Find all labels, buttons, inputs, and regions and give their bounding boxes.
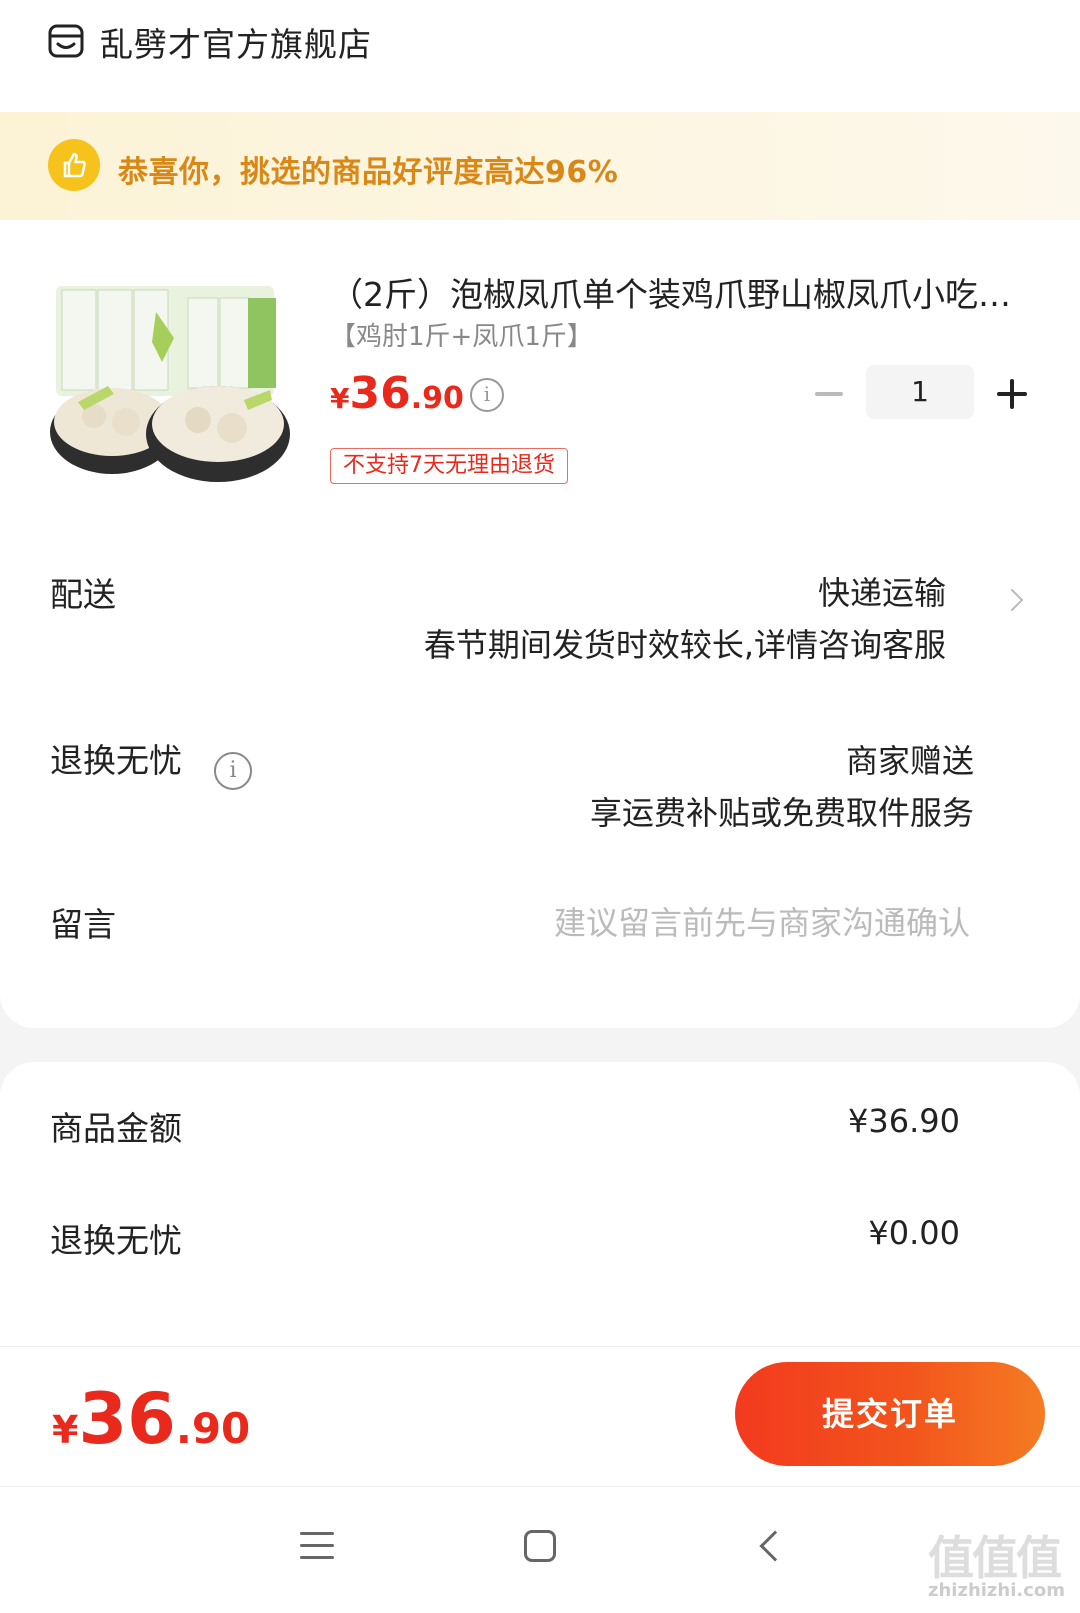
- menu-icon[interactable]: [300, 1532, 334, 1560]
- praise-text: 恭喜你，挑选的商品好评度高达96%: [118, 155, 619, 190]
- total-currency: ¥: [52, 1408, 79, 1452]
- goods-amount-label: 商品金额: [50, 1109, 182, 1148]
- plus-icon-vertical: [1010, 379, 1014, 409]
- product-price: ¥36.90: [330, 368, 464, 419]
- total-integer: 36: [78, 1378, 176, 1460]
- return-worry-label: 退换无忧: [50, 741, 182, 780]
- watermark-url: zhizhizhi.com: [928, 1580, 1066, 1601]
- home-icon[interactable]: [524, 1530, 556, 1562]
- quantity-value[interactable]: 1: [866, 365, 974, 419]
- store-icon: [48, 22, 84, 60]
- price-decimal: .90: [410, 381, 464, 416]
- praise-banner: 恭喜你，挑选的商品好评度高达96%: [0, 112, 1080, 220]
- price-integer: 36: [349, 368, 411, 419]
- total-price: ¥36.90: [52, 1378, 250, 1460]
- product-title[interactable]: （2斤）泡椒凤爪单个装鸡爪野山椒凤爪小吃零食: [330, 268, 1020, 316]
- product-image[interactable]: [48, 282, 292, 488]
- price-currency: ¥: [330, 382, 350, 415]
- watermark-logo: 值值值: [928, 1531, 1062, 1585]
- product-spec[interactable]: 【鸡肘1斤+凤爪1斤】: [330, 316, 593, 353]
- total-decimal: .90: [175, 1404, 251, 1453]
- minus-icon: [815, 392, 843, 396]
- no-return-tag: 不支持7天无理由退货: [330, 448, 568, 484]
- return-amount-value: ¥0.00: [868, 1214, 960, 1252]
- submit-order-button[interactable]: 提交订单: [735, 1362, 1045, 1466]
- goods-amount-value: ¥36.90: [848, 1102, 960, 1140]
- store-name[interactable]: 乱劈才官方旗舰店: [100, 18, 372, 66]
- return-worry-value: 商家赠送: [845, 742, 974, 780]
- delivery-label: 配送: [50, 575, 116, 614]
- message-input[interactable]: 建议留言前先与商家沟通确认: [554, 898, 970, 944]
- price-info-icon[interactable]: i: [470, 378, 504, 412]
- message-label: 留言: [50, 905, 116, 944]
- return-info-icon[interactable]: i: [214, 752, 252, 790]
- delivery-method[interactable]: 快递运输: [818, 568, 946, 614]
- return-amount-label: 退换无忧: [50, 1221, 182, 1260]
- return-worry-note: 享运费补贴或免费取件服务: [589, 794, 974, 832]
- delivery-note: 春节期间发货时效较长,详情咨询客服: [423, 626, 946, 664]
- thumbs-up-icon: [48, 139, 100, 191]
